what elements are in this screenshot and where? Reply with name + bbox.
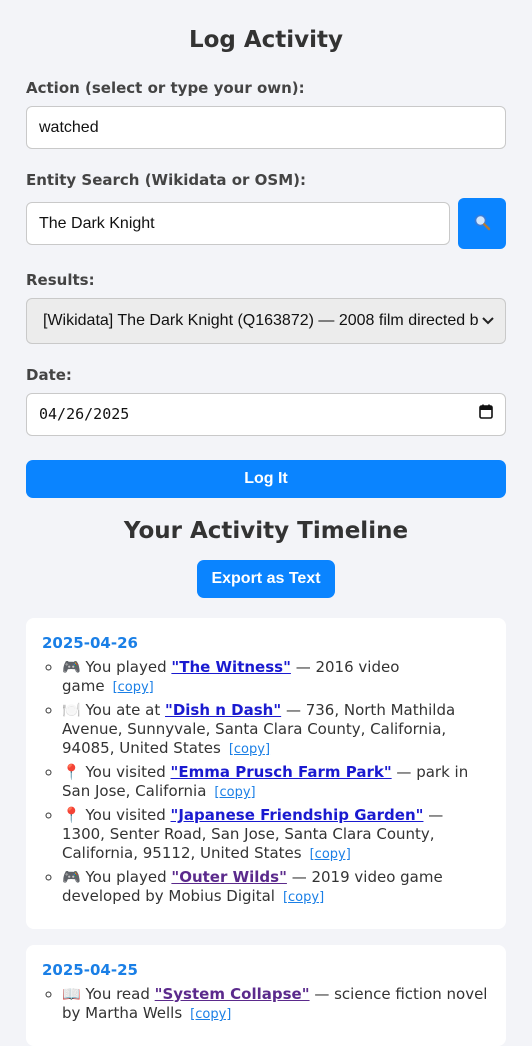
activity-timeline: 2025-04-26 🎮 You played "The Witness" — 2… [26,618,506,1046]
calendar-icon[interactable] [479,394,493,435]
activity-type-icon: 🎮 [62,868,81,886]
day-date: 2025-04-26 [42,634,138,652]
activity-item: 🎮 You played "Outer Wilds" — 2019 video … [62,868,490,907]
magnifier-icon [473,213,491,235]
activity-type-icon: 🎮 [62,658,81,676]
entity-search-input[interactable]: The Dark Knight [26,202,450,245]
activity-item: 📍 You visited "Japanese Friendship Garde… [62,806,490,864]
activity-item: 🎮 You played "The Witness" — 2016 video … [62,658,490,697]
results-select[interactable]: [Wikidata] The Dark Knight (Q163872) — 2… [26,298,506,344]
action-label: Action (select or type your own): [26,79,305,97]
activity-verb: You ate at [85,701,161,719]
activity-type-icon: 📖 [62,985,81,1003]
activity-list: 📖 You read "System Collapse" — science f… [42,985,490,1024]
copy-link[interactable]: [copy] [283,890,324,905]
entity-link[interactable]: "The Witness" [171,658,291,676]
results-label: Results: [26,271,95,289]
entity-link[interactable]: "Outer Wilds" [171,868,287,886]
day-date: 2025-04-25 [42,961,138,979]
entity-search-row: The Dark Knight [26,198,506,249]
activity-verb: You played [85,658,167,676]
copy-link[interactable]: [copy] [190,1007,231,1022]
day-card: 2025-04-25 📖 You read "System Collapse" —… [26,945,506,1046]
results-selected-value: [Wikidata] The Dark Knight (Q163872) — 2… [43,312,479,329]
activity-type-icon: 🍽️ [62,701,81,719]
activity-verb: You visited [85,806,166,824]
activity-verb: You played [85,868,167,886]
activity-verb: You visited [85,763,166,781]
activity-item: 📍 You visited "Emma Prusch Farm Park" — … [62,763,490,802]
copy-link[interactable]: [copy] [229,742,270,757]
date-input[interactable]: 04/26/2025 [26,393,506,436]
activity-list: 🎮 You played "The Witness" — 2016 video … [42,658,490,907]
search-button[interactable] [458,198,506,249]
activity-verb: You read [85,985,150,1003]
timeline-title: Your Activity Timeline [123,518,409,544]
chevron-down-icon [481,299,495,343]
entity-link[interactable]: "System Collapse" [155,985,310,1003]
copy-link[interactable]: [copy] [214,785,255,800]
log-it-button[interactable]: Log It [26,460,506,498]
entity-link[interactable]: "Emma Prusch Farm Park" [171,763,392,781]
date-value: 04/26/2025 [39,405,130,423]
activity-type-icon: 📍 [62,806,81,824]
page-title: Log Activity [188,27,344,53]
activity-type-icon: 📍 [62,763,81,781]
entity-search-label: Entity Search (Wikidata or OSM): [26,171,306,189]
export-as-text-button[interactable]: Export as Text [197,560,335,598]
copy-link[interactable]: [copy] [113,680,154,695]
copy-link[interactable]: [copy] [310,847,351,862]
action-input[interactable]: watched [26,106,506,149]
day-card: 2025-04-26 🎮 You played "The Witness" — 2… [26,618,506,929]
activity-item: 📖 You read "System Collapse" — science f… [62,985,490,1024]
date-label: Date: [26,366,72,384]
entity-link[interactable]: "Japanese Friendship Garden" [171,806,424,824]
entity-link[interactable]: "Dish n Dash" [165,701,281,719]
activity-item: 🍽️ You ate at "Dish n Dash" — 736, North… [62,701,490,759]
